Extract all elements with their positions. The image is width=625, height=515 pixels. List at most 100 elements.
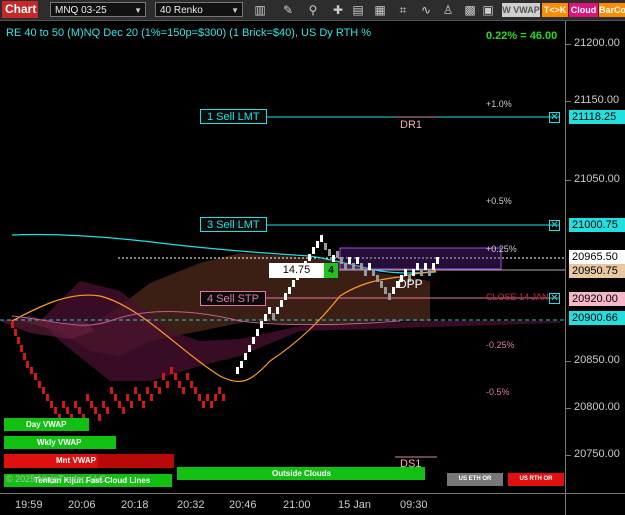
weekly-vwap-toggle[interactable]: W VWAP — [502, 3, 540, 17]
tick-mark — [566, 180, 571, 181]
renko-brick — [380, 281, 383, 288]
price-tick: 20850.00 — [574, 354, 620, 366]
price-tick: 20800.00 — [574, 401, 620, 413]
sell-limit-1-price-badge: 21118.25 — [569, 110, 625, 124]
last-price-badge: 20965.50 — [569, 250, 625, 264]
renko-brick — [54, 407, 57, 414]
chart-plot-area[interactable]: RE 40 to 50 (M)NQ Dec 20 (1%=150p=$300) … — [0, 21, 565, 493]
copyright-text: © 2025 NinjaTrader, LLC — [6, 474, 106, 484]
renko-brick — [260, 321, 263, 328]
renko-brick — [328, 249, 331, 256]
monthly-vwap-button[interactable]: Mnt VWAP — [4, 454, 174, 468]
renko-brick — [420, 269, 423, 276]
pencil-icon[interactable]: ✎ — [280, 2, 296, 18]
close-level-label: CLOSE 14 JAN — [486, 292, 549, 302]
sell-stop-order-4[interactable]: 4 Sell STP — [200, 291, 266, 306]
renko-brick — [284, 293, 287, 300]
dpp-label: DPP — [398, 277, 423, 291]
renko-brick — [424, 263, 427, 270]
renko-brick — [170, 367, 173, 374]
drawing-tools-icon[interactable]: ⌗ — [395, 2, 411, 18]
position-pnl-box[interactable]: 14.75 — [269, 263, 324, 278]
renko-brick — [336, 251, 339, 258]
renko-brick — [210, 401, 213, 408]
close-icon[interactable]: ✕ — [549, 112, 560, 123]
renko-brick — [308, 254, 311, 261]
bars-icon[interactable]: ▥ — [252, 2, 268, 18]
renko-brick — [320, 235, 323, 242]
renko-brick — [256, 329, 259, 336]
renko-brick — [248, 345, 251, 352]
bar-color-toggle[interactable]: BarCo — [599, 3, 625, 17]
chevron-down-icon: ▼ — [231, 6, 239, 15]
price-axis[interactable]: 21200.00 21150.00 21050.00 20850.00 2080… — [565, 21, 625, 493]
close-icon[interactable]: ✕ — [549, 293, 560, 304]
close-icon[interactable]: ✕ — [549, 220, 560, 231]
renko-brick — [86, 394, 89, 401]
weekly-vwap-button[interactable]: Wkly VWAP — [4, 436, 116, 449]
renko-brick — [106, 407, 109, 414]
renko-brick — [416, 263, 419, 270]
chart-trader-icon[interactable]: ▣ — [480, 2, 496, 18]
renko-brick — [66, 407, 69, 414]
time-axis[interactable]: 19:59 20:06 20:18 20:32 20:46 21:00 15 J… — [0, 493, 565, 515]
price-tick: 21150.00 — [574, 94, 620, 106]
tenkan-kijun-toggle[interactable]: T<>K — [542, 3, 568, 17]
time-tick: 09:30 — [400, 499, 428, 511]
renko-brick — [384, 287, 387, 294]
chart-window-title: Chart — [2, 1, 38, 18]
position-qty-badge[interactable]: 4 — [324, 263, 338, 278]
renko-brick — [222, 394, 225, 401]
renko-brick — [214, 394, 217, 401]
us-rth-or-button[interactable]: US RTH OR — [508, 473, 564, 486]
day-vwap-button[interactable]: Day VWAP — [4, 418, 89, 431]
outside-clouds-button[interactable]: Outside Clouds — [177, 467, 425, 480]
renko-brick — [356, 257, 359, 264]
time-tick: 19:59 — [15, 499, 43, 511]
us-eth-or-button[interactable]: US ETH OR — [447, 473, 503, 486]
time-tick: 20:46 — [229, 499, 257, 511]
renko-brick — [432, 263, 435, 270]
tick-mark — [566, 101, 571, 102]
price-tick: 21050.00 — [574, 173, 620, 185]
sell-limit-order-1[interactable]: 1 Sell LMT — [200, 109, 267, 124]
cloud-toggle[interactable]: Cloud — [569, 3, 598, 17]
instrument-selector[interactable]: MNQ 03-25 ▼ — [50, 2, 146, 17]
renko-brick — [186, 373, 189, 380]
instrument-value: MNQ 03-25 — [55, 5, 107, 16]
renko-brick — [352, 263, 355, 270]
strategies-icon[interactable]: ♙ — [440, 2, 456, 18]
renko-brick — [42, 387, 45, 394]
renko-brick — [324, 243, 327, 250]
renko-brick — [11, 321, 14, 328]
renko-brick — [182, 387, 185, 394]
sell-limit-3-price-badge: 21000.75 — [569, 218, 625, 232]
grid-icon[interactable]: ▩ — [462, 2, 478, 18]
stop-price-badge: 20920.00 — [569, 292, 625, 306]
renko-brick — [252, 337, 255, 344]
renko-brick — [122, 407, 125, 414]
renko-brick — [194, 387, 197, 394]
percent-change-readout: 0.22% = 46.00 — [486, 30, 558, 42]
renko-brick — [154, 381, 157, 388]
templates-icon[interactable]: ▦ — [372, 2, 388, 18]
renko-brick — [78, 407, 81, 414]
renko-brick — [174, 373, 177, 380]
zoom-icon[interactable]: ⚲ — [305, 2, 321, 18]
average-price-badge: 20950.75 — [569, 264, 625, 278]
renko-brick — [23, 353, 26, 360]
renko-brick — [114, 394, 117, 401]
renko-brick — [264, 314, 267, 321]
crosshair-icon[interactable]: ✚ — [330, 2, 346, 18]
properties-icon[interactable]: ▤ — [350, 2, 366, 18]
renko-brick — [364, 269, 367, 276]
renko-brick — [190, 381, 193, 388]
sell-limit-order-3[interactable]: 3 Sell LMT — [200, 217, 267, 232]
indicators-icon[interactable]: ∿ — [418, 2, 434, 18]
renko-brick — [348, 257, 351, 264]
renko-brick — [276, 307, 279, 314]
renko-brick — [244, 353, 247, 360]
renko-brick — [340, 257, 343, 264]
bar-type-selector[interactable]: 40 Renko ▼ — [155, 2, 243, 17]
tick-mark — [566, 44, 571, 45]
